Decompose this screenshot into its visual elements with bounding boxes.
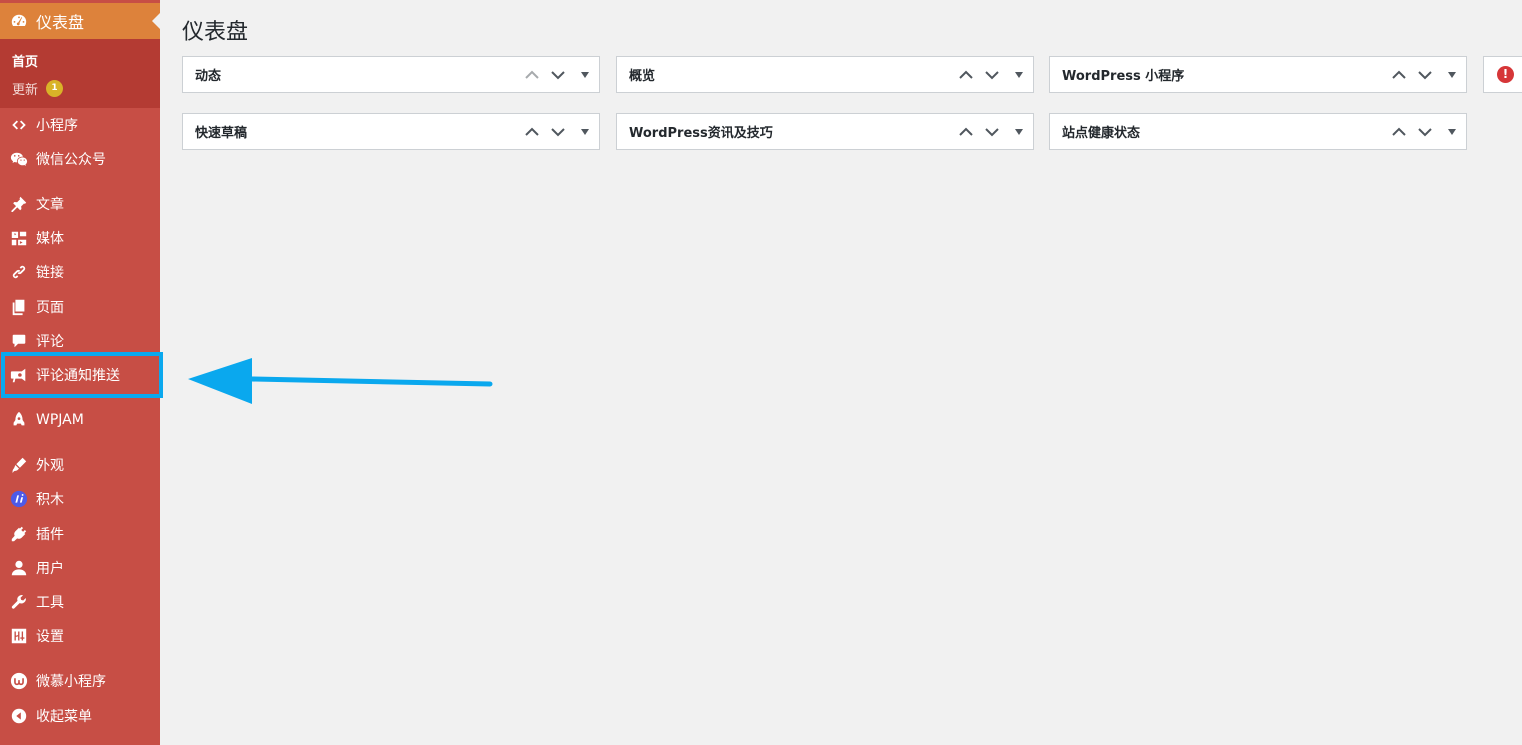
collapse-menu-button[interactable]: 收起菜单 [0, 699, 160, 733]
move-up-icon[interactable] [1388, 57, 1410, 92]
sidebar-item-label: 微信公众号 [36, 152, 106, 168]
move-down-icon[interactable] [981, 57, 1003, 92]
user-icon [0, 551, 36, 585]
sidebar-item-dashboard[interactable]: 仪表盘 [0, 3, 160, 39]
collapse-icon [0, 699, 36, 733]
pin-icon [0, 187, 36, 221]
annotation-arrow [188, 358, 493, 404]
sidebar-item-users[interactable]: 用户 [0, 551, 160, 585]
widget-wp-miniprogram: WordPress 小程序 [1049, 56, 1467, 93]
page-title: 仪表盘 [182, 20, 249, 45]
sidebar-item-weimu[interactable]: 微慕小程序 [0, 664, 160, 698]
code-icon [0, 108, 36, 142]
sidebar-item-label: 外观 [36, 458, 64, 474]
sliders-icon [0, 619, 36, 653]
sidebar-item-label: 微慕小程序 [36, 674, 106, 690]
jimu-icon [0, 482, 36, 516]
widget-title[interactable]: WordPress资讯及技巧 [629, 122, 773, 141]
annotation-highlight-box [1, 352, 163, 398]
link-icon [0, 255, 36, 289]
update-count-badge: 1 [46, 80, 64, 97]
sidebar-item-posts[interactable]: 文章 [0, 187, 160, 221]
move-up-icon[interactable] [521, 114, 543, 149]
widget-site-health: 站点健康状态 [1049, 113, 1467, 150]
media-icon [0, 221, 36, 255]
sidebar-item-label: 收起菜单 [36, 709, 92, 725]
wechat-icon [0, 142, 36, 176]
submenu-update-link[interactable]: 更新 1 [12, 79, 64, 98]
sidebar-item-label: 用户 [36, 561, 64, 577]
move-up-icon[interactable] [955, 57, 977, 92]
page-icon [0, 290, 36, 324]
sidebar-item-links[interactable]: 链接 [0, 255, 160, 289]
sidebar-item-label: 页面 [36, 300, 64, 316]
sidebar-item-media[interactable]: 媒体 [0, 221, 160, 255]
sidebar-item-miniprogram[interactable]: 小程序 [0, 108, 160, 142]
sidebar-item-wpjam[interactable]: WPJAM [0, 403, 160, 437]
sidebar-item-label: WPJAM [36, 412, 84, 428]
widget-title[interactable]: 概览 [629, 65, 655, 84]
plugin-icon [0, 517, 36, 551]
sidebar-item-pages[interactable]: 页面 [0, 290, 160, 324]
rocket-icon [0, 403, 36, 437]
weimu-icon [0, 664, 36, 698]
sidebar-item-label: 文章 [36, 197, 64, 213]
sidebar-item-appearance[interactable]: 外观 [0, 448, 160, 482]
submenu-home-link[interactable]: 首页 [12, 51, 38, 70]
sidebar-item-label: 仪表盘 [36, 13, 85, 32]
move-up-icon[interactable] [521, 57, 543, 92]
widget-partial-alert: ! [1483, 56, 1522, 93]
move-up-icon[interactable] [955, 114, 977, 149]
sidebar-item-plugins[interactable]: 插件 [0, 517, 160, 551]
alert-icon: ! [1497, 66, 1514, 83]
toggle-panel-icon[interactable] [1011, 57, 1027, 92]
move-up-icon[interactable] [1388, 114, 1410, 149]
sidebar-item-wechat[interactable]: 微信公众号 [0, 142, 160, 176]
sidebar-item-label: 小程序 [36, 118, 78, 134]
move-down-icon[interactable] [1414, 114, 1436, 149]
toggle-panel-icon[interactable] [1444, 57, 1460, 92]
sidebar-item-label: 媒体 [36, 231, 64, 247]
toggle-panel-icon[interactable] [1011, 114, 1027, 149]
widget-title[interactable]: 快速草稿 [195, 122, 247, 141]
sidebar-item-label: 工具 [36, 595, 64, 611]
sidebar-item-label: 评论 [36, 334, 64, 350]
dashboard-submenu: 首页 更新 1 [0, 39, 160, 108]
toggle-panel-icon[interactable] [1444, 114, 1460, 149]
widget-overview: 概览 [616, 56, 1034, 93]
wrench-icon [0, 585, 36, 619]
sidebar-item-label: 设置 [36, 629, 64, 645]
submenu-update-label: 更新 [12, 83, 39, 98]
widget-title[interactable]: 动态 [195, 65, 221, 84]
widget-quick-draft: 快速草稿 [182, 113, 600, 150]
sidebar-item-label: 积木 [36, 492, 64, 508]
sidebar-item-label: 插件 [36, 527, 64, 543]
sidebar-item-jimu[interactable]: 积木 [0, 482, 160, 516]
toggle-panel-icon[interactable] [577, 57, 593, 92]
widget-wp-news: WordPress资讯及技巧 [616, 113, 1034, 150]
move-down-icon[interactable] [981, 114, 1003, 149]
widget-title[interactable]: WordPress 小程序 [1062, 65, 1184, 84]
move-down-icon[interactable] [547, 57, 569, 92]
widget-title[interactable]: 站点健康状态 [1062, 122, 1140, 141]
brush-icon [0, 448, 36, 482]
move-down-icon[interactable] [547, 114, 569, 149]
sidebar-item-label: 链接 [36, 265, 64, 281]
toggle-panel-icon[interactable] [577, 114, 593, 149]
move-down-icon[interactable] [1414, 57, 1436, 92]
sidebar-item-settings[interactable]: 设置 [0, 619, 160, 653]
dashboard-gauge-icon [0, 4, 36, 38]
sidebar-item-tools[interactable]: 工具 [0, 585, 160, 619]
widget-activity: 动态 [182, 56, 600, 93]
